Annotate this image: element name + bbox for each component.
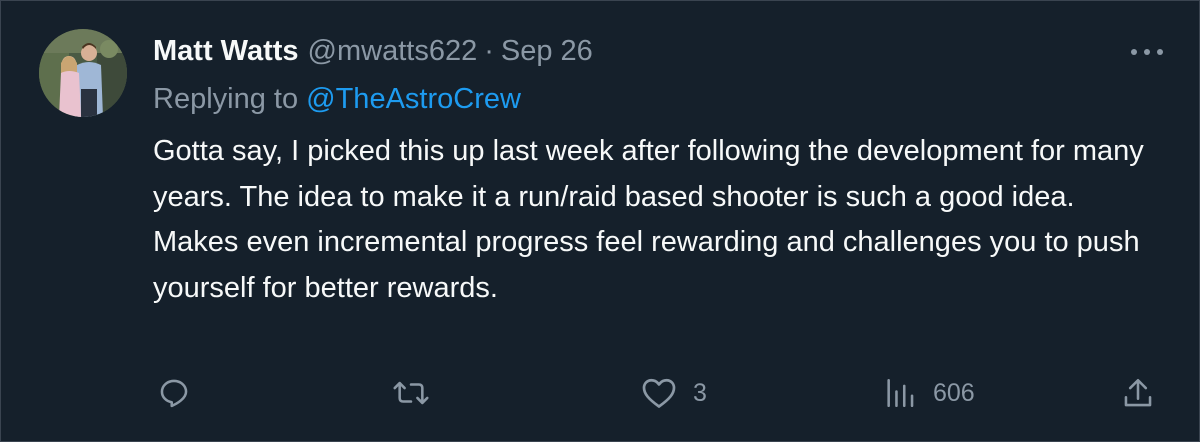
- tweet-header: Matt Watts @mwatts622 · Sep 26: [153, 31, 593, 71]
- avatar[interactable]: [39, 29, 127, 117]
- share-icon: [1124, 378, 1152, 407]
- tweet-text: Gotta say, I picked this up last week af…: [153, 135, 1144, 304]
- reply-icon: [160, 379, 188, 408]
- retweet-button[interactable]: [391, 371, 431, 415]
- views-count: 606: [933, 378, 975, 407]
- retweet-icon: [393, 381, 429, 405]
- like-button[interactable]: 3: [641, 371, 707, 415]
- avatar-photo: [39, 29, 127, 117]
- action-bar: 3 606: [151, 371, 1171, 415]
- heart-icon: [642, 378, 676, 408]
- share-button[interactable]: [1121, 371, 1155, 415]
- separator-dot: ·: [484, 35, 494, 67]
- views-button[interactable]: 606: [883, 371, 975, 415]
- replying-to-line: Replying to @TheAstroCrew: [153, 79, 521, 119]
- replying-to-label: Replying to: [153, 83, 299, 115]
- user-handle[interactable]: @mwatts622: [308, 31, 478, 71]
- replying-to-link[interactable]: @TheAstroCrew: [306, 83, 521, 115]
- display-name[interactable]: Matt Watts: [153, 31, 299, 71]
- tweet-card[interactable]: Matt Watts @mwatts622 · Sep 26 Replying …: [0, 0, 1200, 442]
- like-count: 3: [693, 378, 707, 407]
- tweet-date[interactable]: Sep 26: [501, 31, 593, 71]
- reply-button[interactable]: [157, 371, 191, 415]
- views-chart-icon: [887, 378, 914, 408]
- more-options-button[interactable]: [1127, 37, 1167, 67]
- more-dots-icon: [1131, 49, 1163, 55]
